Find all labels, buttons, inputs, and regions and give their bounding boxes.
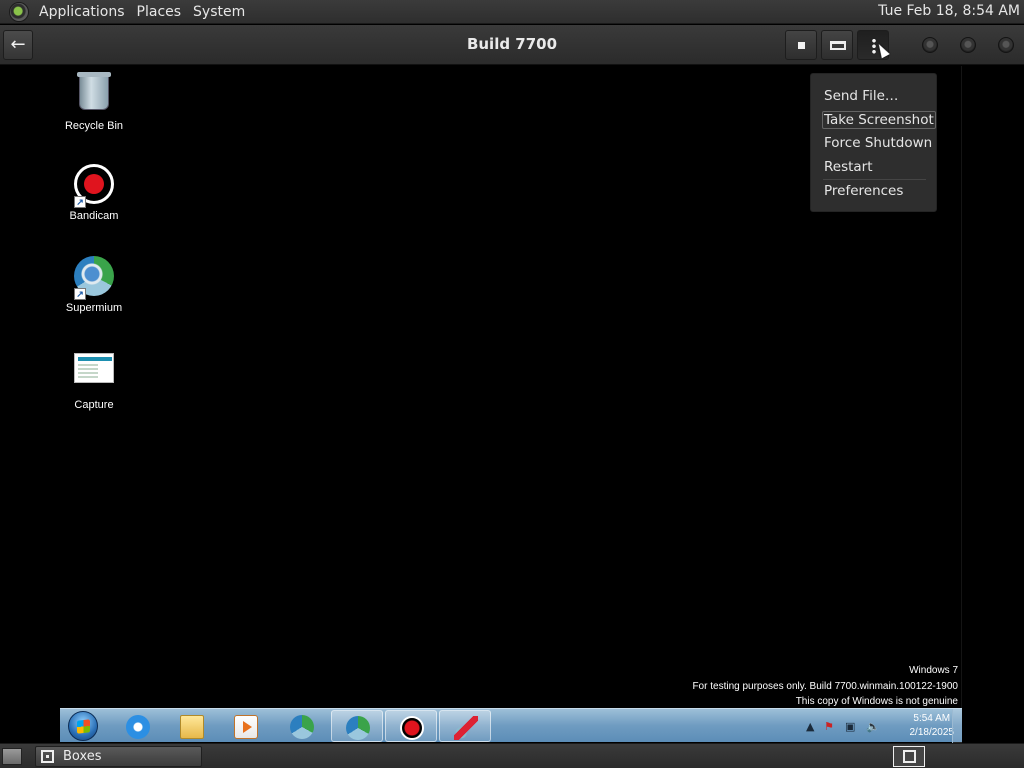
clock-time: 5:54 AM [913, 713, 951, 724]
watermark-line: For testing purposes only. Build 7700.wi… [692, 680, 958, 692]
desktop-icon-bandicam[interactable]: ↗ Bandicam [54, 164, 134, 222]
bandicam-icon [400, 716, 424, 740]
supermium-icon [290, 715, 314, 739]
show-hidden-icons-arrow-icon[interactable]: ▲ [806, 720, 814, 733]
windows-taskbar: ▲ ⚑ ▣ 🔈 5:54 AM 2/18/2025 [60, 708, 962, 743]
system-menu[interactable]: System [187, 4, 251, 20]
boxes-app-icon [41, 750, 54, 763]
taskbar-item-explorer[interactable] [166, 710, 218, 742]
taskbar-item-snipping-tool[interactable] [439, 710, 491, 742]
shortcut-arrow-icon: ↗ [74, 288, 86, 300]
internet-explorer-icon [126, 715, 150, 739]
shortcut-arrow-icon: ↗ [74, 196, 86, 208]
action-center-icon[interactable]: ⚑ [824, 720, 834, 733]
applications-menu[interactable]: Applications [33, 4, 131, 20]
menu-item-label: Force Shutdown [824, 135, 933, 151]
keyboard-icon [830, 41, 846, 50]
keyboard-button[interactable] [821, 30, 853, 60]
image-file-icon [74, 353, 114, 383]
network-icon[interactable]: ▣ [845, 720, 855, 733]
clock-date: 2/18/2025 [909, 727, 955, 738]
taskbar-item-media-player[interactable] [220, 710, 272, 742]
menu-item-send-file[interactable]: Send File… [811, 85, 936, 109]
menu-item-take-screenshot[interactable]: Take Screenshot [811, 109, 936, 133]
menu-item-label: Take Screenshot [822, 110, 936, 129]
show-desktop-icon[interactable] [2, 748, 22, 765]
show-desktop-button[interactable] [952, 709, 962, 743]
menu-item-label: Restart [824, 158, 873, 175]
windows-watermark: Windows 7 For testing purposes only. Bui… [692, 663, 958, 710]
desktop-icon-recycle-bin[interactable]: Recycle Bin [54, 72, 134, 132]
menu-item-restart[interactable]: Restart [811, 156, 936, 180]
menu-item-force-shutdown[interactable]: Force Shutdown [811, 132, 936, 156]
stop-icon [798, 42, 805, 49]
desktop-icon-capture[interactable]: Capture [54, 348, 134, 411]
gnome-foot-icon[interactable] [9, 1, 29, 22]
notification-area: ▲ ⚑ ▣ 🔈 5:54 AM 2/18/2025 [800, 709, 962, 743]
desktop-icon-label: Bandicam [69, 210, 119, 222]
menu-item-preferences[interactable]: Preferences [811, 180, 936, 204]
menu-item-label: Preferences [824, 183, 904, 199]
desktop-icon-label: Capture [74, 399, 114, 411]
display-edge [961, 66, 962, 742]
maximize-button[interactable] [960, 37, 976, 53]
volume-icon[interactable]: 🔈 [866, 720, 880, 733]
taskbar-item-supermium-open[interactable] [331, 710, 383, 742]
desktop-icon-label: Supermium [65, 302, 123, 314]
taskbar-item-internet-explorer[interactable] [112, 710, 164, 742]
minimize-button[interactable] [922, 37, 938, 53]
taskbar-clock[interactable]: 5:54 AM 2/18/2025 [910, 712, 955, 740]
desktop-icon-supermium[interactable]: ↗ Supermium [54, 256, 134, 314]
panel-clock[interactable]: Tue Feb 18, 8:54 AM [878, 3, 1020, 19]
snipping-tool-icon [454, 716, 478, 740]
recycle-bin-icon [77, 72, 111, 110]
start-button[interactable] [68, 711, 98, 741]
places-menu[interactable]: Places [131, 4, 188, 20]
taskbar-item-supermium[interactable] [276, 710, 328, 742]
bottom-panel: Boxes [0, 743, 1024, 768]
menu-item-label: Send File… [824, 88, 899, 104]
media-player-icon [234, 715, 258, 739]
taskbar-item-bandicam[interactable] [385, 710, 437, 742]
workspace-icon [903, 750, 916, 763]
desktop-icon-label: Recycle Bin [64, 120, 124, 132]
close-button[interactable] [998, 37, 1014, 53]
boxes-header-bar: ← Build 7700 [0, 25, 1024, 65]
workspace-switcher[interactable] [893, 746, 925, 767]
stop-button[interactable] [785, 30, 817, 60]
windows-explorer-icon [180, 715, 204, 739]
window-list-item-boxes[interactable]: Boxes [35, 746, 202, 767]
supermium-icon [346, 716, 370, 740]
top-panel: Applications Places System Tue Feb 18, 8… [0, 0, 1024, 24]
vm-actions-menu: Send File… Take Screenshot Force Shutdow… [810, 73, 937, 212]
window-list-label: Boxes [63, 749, 102, 764]
watermark-line: Windows 7 [909, 665, 958, 676]
